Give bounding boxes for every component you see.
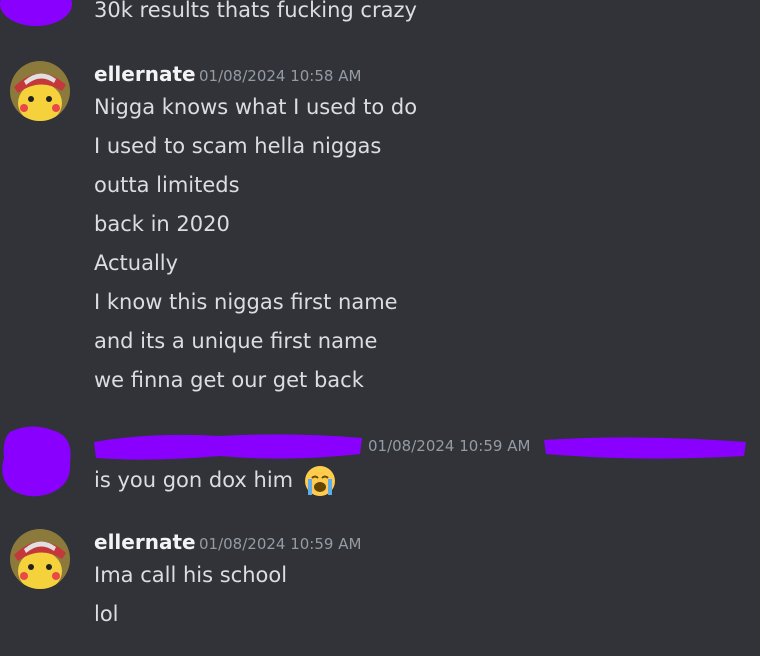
redacted-author-name: [94, 434, 362, 460]
timestamp: 01/08/2024 10:58 AM: [199, 67, 362, 85]
message-text: outta limiteds: [94, 173, 240, 197]
message-text: lol: [94, 602, 119, 626]
message-text: I used to scam hella niggas: [94, 134, 382, 158]
timestamp: 01/08/2024 10:59 AM: [368, 437, 531, 455]
author-name[interactable]: ellernate: [94, 62, 196, 86]
message-text: Nigga knows what I used to do: [94, 95, 418, 119]
pikachu-avatar-icon: [10, 61, 70, 121]
message-text: we finna get our get back: [94, 368, 364, 392]
timestamp: 01/08/2024 10:59 AM: [199, 535, 362, 553]
message-text: 30k results thats fucking crazy: [94, 0, 417, 22]
message-text: I know this niggas first name: [94, 290, 398, 314]
avatar[interactable]: [10, 529, 70, 589]
loudly-crying-face-icon: [304, 466, 335, 496]
message-text: Actually: [94, 251, 179, 275]
message-text: is you gon dox him: [94, 465, 336, 497]
message-text: back in 2020: [94, 212, 230, 236]
message-text: Ima call his school: [94, 563, 288, 587]
message-text-span: is you gon dox him: [94, 468, 294, 492]
redacted-avatar: [2, 426, 71, 497]
message-text: and its a unique first name: [94, 329, 378, 353]
avatar[interactable]: [10, 61, 70, 121]
redacted-avatar: [0, 0, 72, 26]
redacted-badge: [544, 437, 746, 459]
author-name[interactable]: ellernate: [94, 530, 196, 554]
pikachu-avatar-icon: [10, 529, 70, 589]
